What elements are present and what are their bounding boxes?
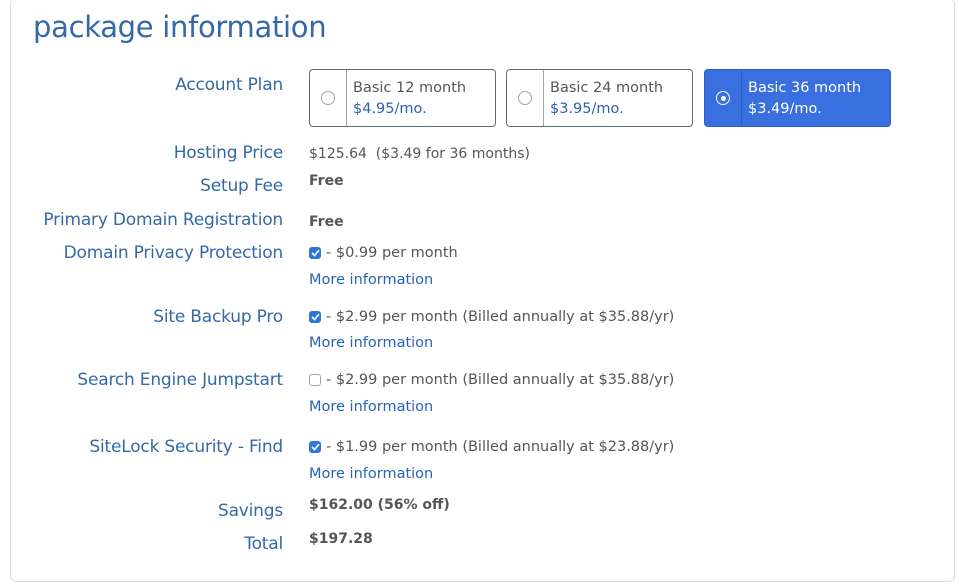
radio-button-icon[interactable]	[716, 91, 730, 105]
plan-radio-cell	[507, 70, 544, 126]
checkmark-icon	[310, 313, 320, 321]
hosting-price-value: $125.64 ($3.49 for 36 months)	[309, 146, 530, 162]
site-backup-option: - $2.99 per month (Billed annually at $3…	[309, 309, 674, 325]
account-plan-label: Account Plan	[175, 75, 283, 95]
savings-label: Savings	[217, 501, 283, 521]
plan-price: $3.49/mo.	[748, 101, 822, 117]
site-backup-price: - $2.99 per month (Billed annually at $3…	[326, 309, 675, 325]
section-heading: package information	[33, 10, 327, 44]
plan-name: Basic 24 month	[550, 80, 664, 96]
search-engine-option: - $2.99 per month (Billed annually at $3…	[309, 372, 674, 388]
site-backup-more-link[interactable]: More information	[309, 335, 433, 351]
plan-option-24-month[interactable]: Basic 24 month $3.95/mo.	[506, 69, 693, 127]
search-engine-label: Search Engine Jumpstart	[77, 370, 283, 390]
site-backup-label: Site Backup Pro	[153, 307, 283, 327]
sitelock-more-link[interactable]: More information	[309, 466, 433, 482]
plan-name: Basic 12 month	[353, 80, 467, 96]
domain-privacy-price: - $0.99 per month	[326, 245, 458, 261]
sitelock-checkbox[interactable]	[309, 441, 321, 453]
plan-option-12-month[interactable]: Basic 12 month $4.95/mo.	[309, 69, 496, 127]
plan-name: Basic 36 month	[748, 80, 862, 96]
search-engine-more-link[interactable]: More information	[309, 399, 433, 415]
total-label: Total	[244, 534, 283, 554]
setup-fee-label: Setup Fee	[200, 176, 283, 196]
hosting-price-label: Hosting Price	[173, 143, 283, 163]
sitelock-price: - $1.99 per month (Billed annually at $2…	[326, 439, 675, 455]
plan-radio-cell	[705, 70, 742, 126]
radio-button-icon[interactable]	[518, 91, 532, 105]
sitelock-option: - $1.99 per month (Billed annually at $2…	[309, 439, 674, 455]
setup-fee-value: Free	[309, 173, 344, 189]
checkmark-icon	[310, 249, 320, 257]
primary-domain-label: Primary Domain Registration	[43, 210, 283, 230]
sitelock-label: SiteLock Security - Find	[89, 437, 283, 457]
plan-radio-cell	[310, 70, 347, 126]
site-backup-checkbox[interactable]	[309, 311, 321, 323]
domain-privacy-more-link[interactable]: More information	[309, 272, 433, 288]
savings-value: $162.00 (56% off)	[309, 497, 450, 513]
search-engine-checkbox[interactable]	[309, 374, 321, 386]
plan-price: $4.95/mo.	[353, 101, 427, 117]
search-engine-price: - $2.99 per month (Billed annually at $3…	[326, 372, 675, 388]
total-value: $197.28	[309, 531, 373, 547]
plan-price: $3.95/mo.	[550, 101, 624, 117]
domain-privacy-label: Domain Privacy Protection	[63, 243, 284, 263]
radio-button-icon[interactable]	[321, 91, 335, 105]
domain-privacy-option: - $0.99 per month	[309, 245, 458, 261]
domain-privacy-checkbox[interactable]	[309, 247, 321, 259]
plan-option-36-month[interactable]: Basic 36 month $3.49/mo.	[704, 69, 891, 127]
primary-domain-value: Free	[309, 214, 344, 230]
checkmark-icon	[310, 443, 320, 451]
